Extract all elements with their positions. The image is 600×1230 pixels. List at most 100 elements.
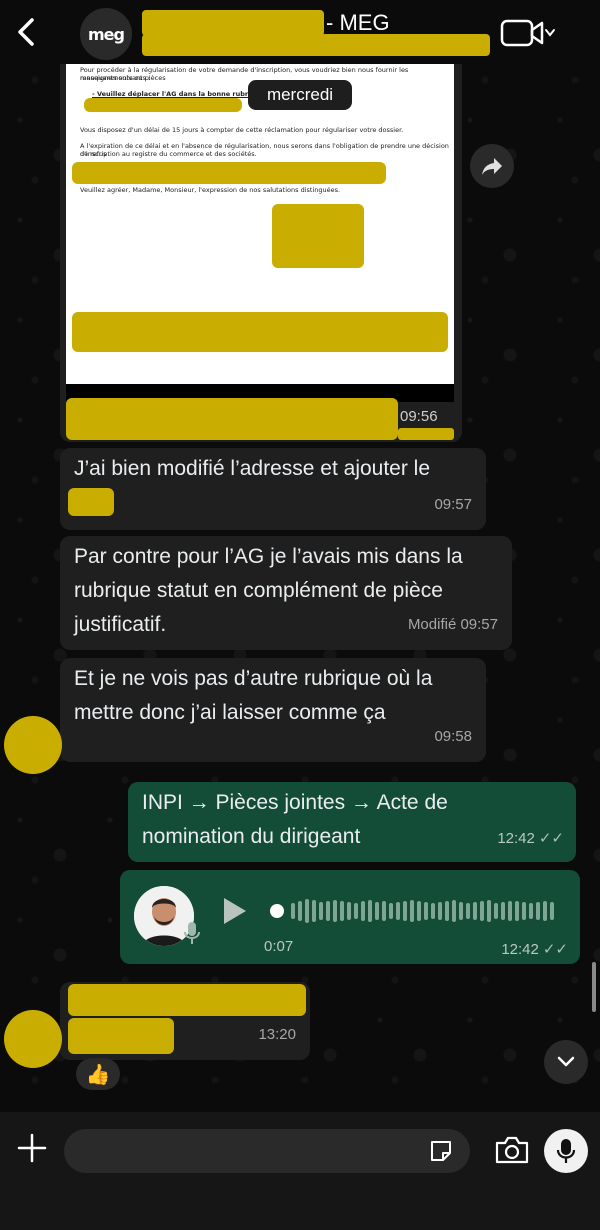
incoming-message[interactable]: Et je ne vois pas d’autre rubrique où la… [60, 658, 486, 762]
read-receipt-icon: ✓✓ [538, 830, 564, 847]
microphone-icon [556, 1139, 576, 1163]
waveform-bar [417, 901, 421, 921]
waveform-bar [529, 903, 533, 919]
chevron-down-icon [557, 1056, 575, 1067]
incoming-message[interactable]: 13:20 [60, 982, 310, 1060]
waveform-bar [445, 901, 449, 921]
message-text: J’ai bien modifié l’adresse et ajouter l… [74, 457, 431, 480]
waveform-bar [403, 901, 407, 921]
voice-message[interactable]: 0:07 12:42 ✓✓ [120, 870, 580, 964]
message-time: 12:42 [501, 941, 539, 958]
video-call-icon[interactable] [500, 18, 560, 48]
redacted-block [72, 312, 448, 352]
composer-bar [0, 1112, 600, 1230]
waveform-bar [347, 902, 351, 920]
incoming-message[interactable]: J’ai bien modifié l’adresse et ajouter l… [60, 448, 486, 530]
waveform-bar [396, 902, 400, 920]
redacted-word [68, 488, 114, 516]
message-status: 12:42 ✓✓ [497, 822, 564, 856]
waveform[interactable] [270, 898, 560, 924]
scroll-to-bottom-button[interactable] [544, 1040, 588, 1084]
scrollbar[interactable] [592, 962, 596, 1012]
camera-icon[interactable] [494, 1134, 530, 1166]
waveform-bar [326, 901, 330, 921]
sender-avatar[interactable] [4, 1010, 62, 1068]
doc-line: Veuillez agréer, Madame, Monsieur, l'exp… [80, 186, 341, 194]
waveform-bar [522, 902, 526, 920]
waveform-bar [466, 903, 470, 919]
waveform-bar [501, 902, 505, 920]
play-icon[interactable] [224, 898, 246, 924]
redacted-subtitle [142, 34, 490, 56]
waveform-bar [438, 902, 442, 920]
redacted-caption [66, 398, 398, 440]
waveform-bar [375, 902, 379, 920]
redacted-name [142, 10, 324, 36]
waveform-bar [508, 901, 512, 921]
message-time: 09:57 [434, 496, 472, 513]
plus-icon[interactable] [14, 1130, 50, 1166]
redacted-block [72, 162, 386, 184]
waveform-bar [480, 901, 484, 921]
message-time: 12:42 [497, 830, 535, 847]
read-receipt-icon: ✓✓ [542, 941, 568, 958]
doc-line: manquants suivants : [80, 74, 151, 82]
message-time: 09:58 [434, 728, 472, 745]
waveform-bar [298, 901, 302, 921]
doc-line: Vous disposez d'un délai de 15 jours à c… [80, 126, 404, 134]
message-time: 13:20 [258, 1026, 296, 1043]
redacted-block [84, 98, 242, 112]
waveform-bar [382, 901, 386, 921]
sticker-icon[interactable] [428, 1138, 454, 1164]
voice-duration: 0:07 [264, 938, 294, 955]
waveform-bar [473, 902, 477, 920]
waveform-bar [291, 903, 295, 919]
forward-button[interactable] [470, 144, 514, 188]
waveform-bar [543, 901, 547, 921]
waveform-bar [389, 903, 393, 919]
redacted-signature [272, 204, 364, 268]
waveform-bar [410, 900, 414, 922]
document-image-message[interactable]: Pour procéder à la régularisation de vot… [60, 54, 462, 442]
redacted-text [68, 984, 306, 1016]
waveform-bar [333, 900, 337, 922]
contact-avatar[interactable]: meg [80, 8, 132, 60]
message-text: Et je ne vois pas d’autre rubrique où la… [74, 667, 433, 724]
message-edited-time: Modifié 09:57 [407, 616, 498, 633]
waveform-bar [319, 902, 323, 920]
forward-icon [482, 158, 502, 175]
waveform-bar [368, 900, 372, 922]
microphone-small-icon [184, 922, 200, 944]
redacted-caption-tail [398, 428, 454, 440]
waveform-bar [550, 902, 554, 920]
redacted-text [68, 1018, 174, 1054]
waveform-bar [515, 901, 519, 921]
waveform-bar [354, 903, 358, 919]
waveform-bar [452, 900, 456, 922]
logo-text: meg [88, 24, 125, 44]
outgoing-message[interactable]: INPI → Pièces jointes → Acte de nominati… [128, 782, 576, 862]
waveform-bar [424, 902, 428, 920]
doc-line: - Veuillez déplacer l'AG dans la bonne r… [92, 90, 265, 98]
waveform-bar [459, 902, 463, 920]
back-arrow-icon[interactable] [12, 14, 40, 50]
playhead-dot[interactable] [270, 904, 284, 918]
date-separator: mercredi [248, 80, 352, 110]
waveform-bar [312, 900, 316, 922]
waveform-bar [340, 901, 344, 921]
waveform-bar [431, 903, 435, 919]
sender-avatar[interactable] [4, 716, 62, 774]
doc-line: d'inscription au registre du commerce et… [80, 150, 257, 158]
microphone-button[interactable] [544, 1129, 588, 1173]
waveform-bar [536, 902, 540, 920]
chat-title[interactable]: - MEG [326, 10, 390, 36]
message-text: INPI → Pièces jointes → Acte de nominati… [142, 791, 448, 848]
message-time: 09:56 [400, 408, 438, 425]
reaction-badge[interactable]: 👍 [76, 1058, 120, 1090]
waveform-bar [487, 900, 491, 922]
waveform-bar [494, 903, 498, 919]
message-input[interactable] [64, 1129, 470, 1173]
incoming-message[interactable]: Par contre pour l’AG je l’avais mis dans… [60, 536, 512, 650]
waveform-bar [305, 899, 309, 923]
waveform-bar [361, 901, 365, 921]
